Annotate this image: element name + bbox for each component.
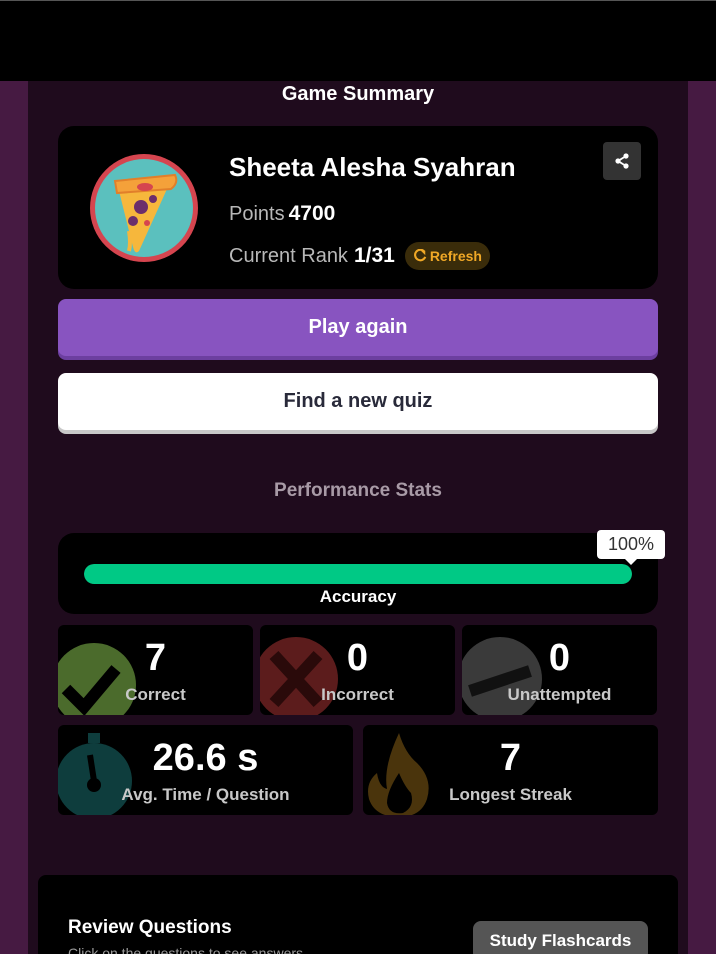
player-card: Sheeta Alesha Syahran Points 4700 Current… — [58, 126, 658, 289]
stat-longest-streak-label: Longest Streak — [449, 785, 572, 804]
review-questions-subtitle: Click on the questions to see answers — [68, 945, 304, 954]
stat-avg-time: 26.6 s Avg. Time / Question — [58, 725, 353, 815]
stat-incorrect-label: Incorrect — [321, 685, 394, 704]
stat-incorrect: 0 Incorrect — [260, 625, 455, 715]
stat-correct-label: Correct — [125, 685, 186, 704]
rank-row: Current Rank 1/31 Refresh — [229, 242, 490, 270]
review-questions-title: Review Questions — [68, 917, 232, 938]
points-label: Points — [229, 203, 285, 225]
top-bar — [0, 0, 716, 81]
study-flashcards-button[interactable]: Study Flashcards — [473, 921, 648, 954]
player-name: Sheeta Alesha Syahran — [229, 152, 516, 182]
refresh-label: Refresh — [429, 248, 482, 264]
find-new-quiz-button[interactable]: Find a new quiz — [58, 373, 658, 430]
points-row: Points 4700 — [229, 202, 335, 226]
stat-longest-streak-value: 7 — [499, 737, 522, 779]
accuracy-card: 100% Accuracy — [58, 530, 665, 614]
stat-unattempted: 0 Unattempted — [462, 625, 657, 715]
stat-avg-time-value: 26.6 s — [152, 737, 259, 779]
play-again-button[interactable]: Play again — [58, 299, 658, 356]
accuracy-bar — [84, 564, 632, 584]
performance-stats-heading: Performance Stats — [274, 480, 442, 501]
refresh-icon — [413, 249, 427, 262]
refresh-button[interactable]: Refresh — [404, 242, 490, 270]
page-title: Game Summary — [281, 83, 435, 105]
share-button[interactable] — [603, 142, 641, 180]
avatar — [90, 154, 198, 262]
review-questions-card: Review Questions Click on the questions … — [38, 875, 678, 954]
accuracy-value: 100% — [597, 530, 665, 565]
stat-avg-time-label: Avg. Time / Question — [121, 785, 290, 804]
rank-value: 1/31 — [353, 244, 395, 267]
share-icon — [615, 153, 629, 169]
stat-correct: 7 Correct — [58, 625, 253, 715]
stat-unattempted-value: 0 — [548, 637, 571, 679]
accuracy-bar-fill — [84, 564, 632, 584]
stat-incorrect-value: 0 — [346, 637, 369, 679]
stat-correct-value: 7 — [144, 637, 167, 679]
pizza-icon — [113, 173, 178, 253]
stat-longest-streak: 7 Longest Streak — [363, 725, 658, 815]
stat-unattempted-label: Unattempted — [507, 685, 612, 704]
rank-label: Current Rank — [229, 244, 348, 267]
accuracy-label: Accuracy — [319, 587, 397, 606]
points-value: 4700 — [288, 202, 336, 225]
